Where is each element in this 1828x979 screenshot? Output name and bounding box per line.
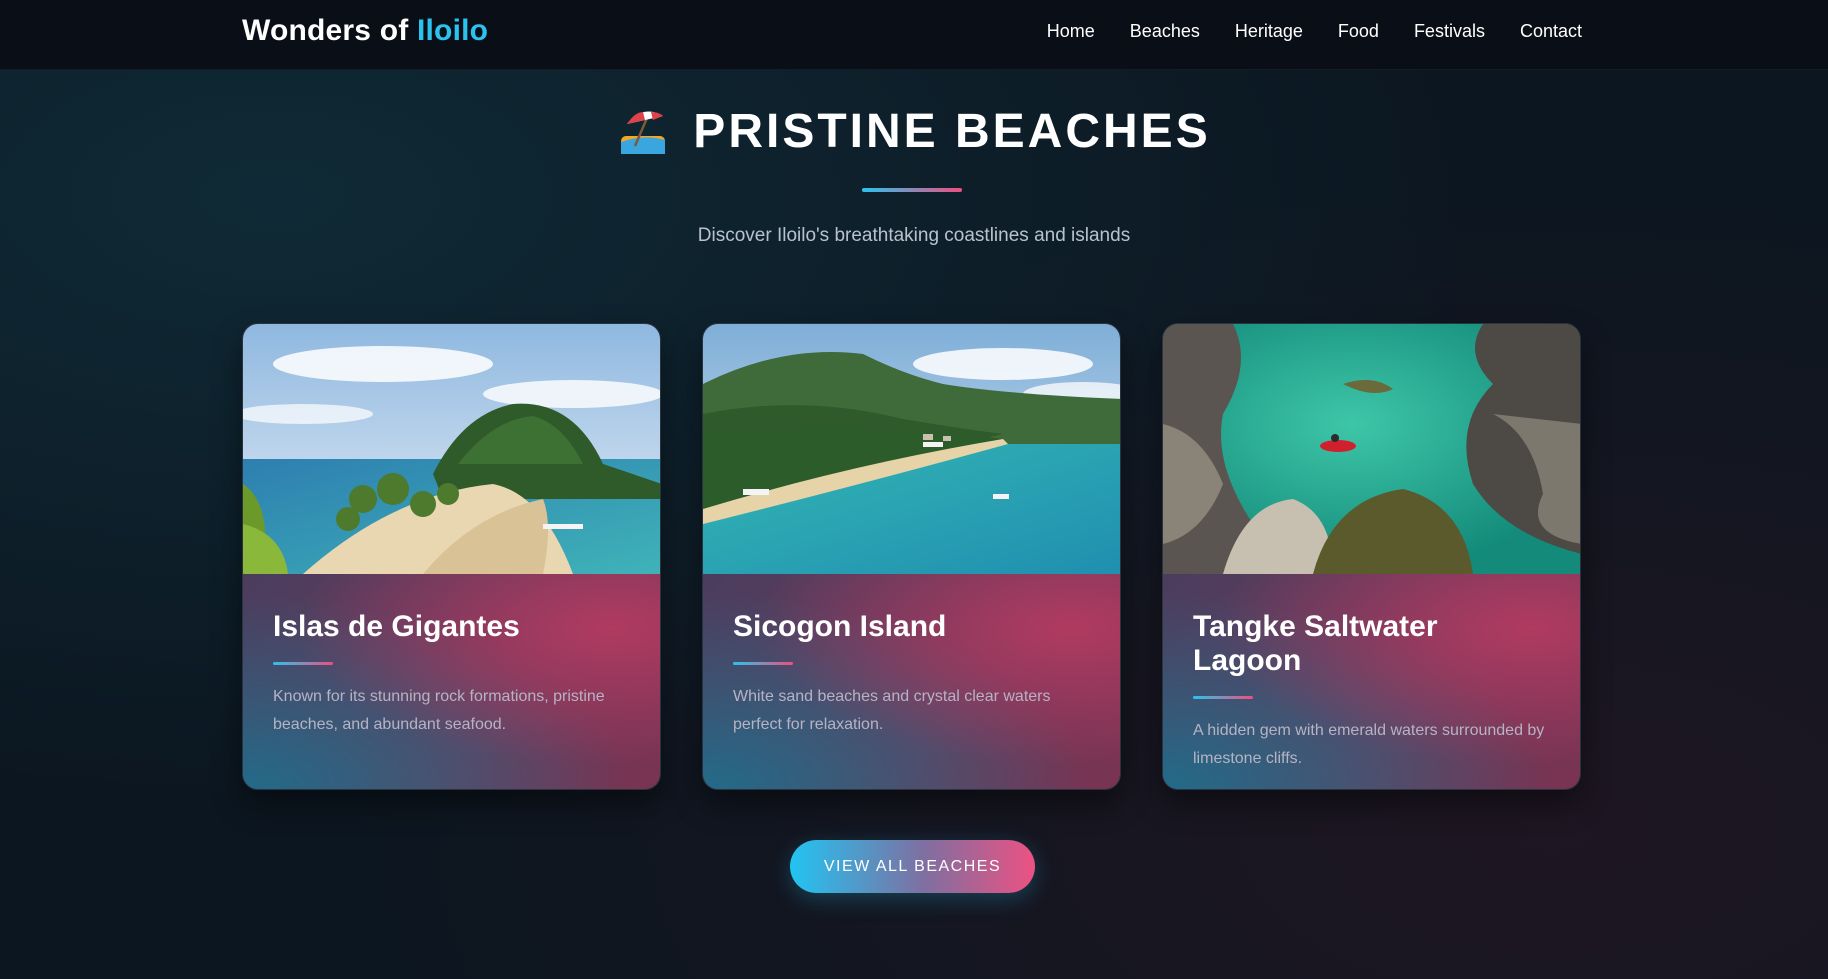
beach-photo-islas-de-gigantes: [243, 324, 660, 574]
nav-link-home[interactable]: Home: [1047, 21, 1095, 42]
nav-link-festivals[interactable]: Festivals: [1414, 21, 1485, 42]
section-title: PRISTINE BEACHES: [693, 105, 1211, 158]
card-divider: [273, 662, 333, 665]
title-underline: [862, 188, 962, 192]
card-description: White sand beaches and crystal clear wat…: [733, 688, 1051, 733]
card-divider: [733, 662, 793, 665]
card-title: Sicogon Island: [733, 610, 947, 643]
beach-card-sicogon-island[interactable]: Sicogon Island White sand beaches and cr…: [702, 323, 1121, 790]
nav-link-heritage[interactable]: Heritage: [1235, 21, 1303, 42]
card-description: Known for its stunning rock formations, …: [273, 688, 605, 733]
card-divider: [1193, 696, 1253, 699]
view-all-beaches-button[interactable]: VIEW ALL BEACHES: [790, 840, 1035, 893]
site-logo[interactable]: Wonders of Iloilo: [242, 14, 488, 48]
beach-photo-sicogon-island: [703, 324, 1120, 574]
nav-links: Home Beaches Heritage Food Festivals Con…: [1047, 21, 1582, 42]
top-navbar: Wonders of Iloilo Home Beaches Heritage …: [0, 0, 1828, 70]
nav-link-beaches[interactable]: Beaches: [1130, 21, 1200, 42]
card-title: Islas de Gigantes: [273, 610, 520, 643]
brand-prefix: Wonders of: [242, 14, 417, 47]
beach-cards: Islas de Gigantes Known for its stunning…: [242, 323, 1582, 790]
card-body: Tangke Saltwater Lagoon A hidden gem wit…: [1163, 574, 1580, 789]
beach-card-tangke-saltwater-lagoon[interactable]: Tangke Saltwater Lagoon A hidden gem wit…: [1162, 323, 1581, 790]
beach-photo-tangke-saltwater-lagoon: [1163, 324, 1580, 574]
brand-accent: Iloilo: [416, 14, 489, 47]
card-body: Sicogon Island White sand beaches and cr…: [703, 574, 1120, 789]
card-description: A hidden gem with emerald waters surroun…: [1193, 722, 1545, 767]
card-title: Tangke Saltwater Lagoon: [1193, 610, 1438, 677]
beach-card-islas-de-gigantes[interactable]: Islas de Gigantes Known for its stunning…: [242, 323, 661, 790]
beach-umbrella-icon: [621, 111, 666, 154]
section-subtitle: Discover Iloilo's breathtaking coastline…: [697, 225, 1131, 246]
nav-link-contact[interactable]: Contact: [1520, 21, 1582, 42]
section-header: PRISTINE BEACHES: [0, 104, 1828, 159]
nav-link-food[interactable]: Food: [1338, 21, 1379, 42]
card-body: Islas de Gigantes Known for its stunning…: [243, 574, 660, 789]
